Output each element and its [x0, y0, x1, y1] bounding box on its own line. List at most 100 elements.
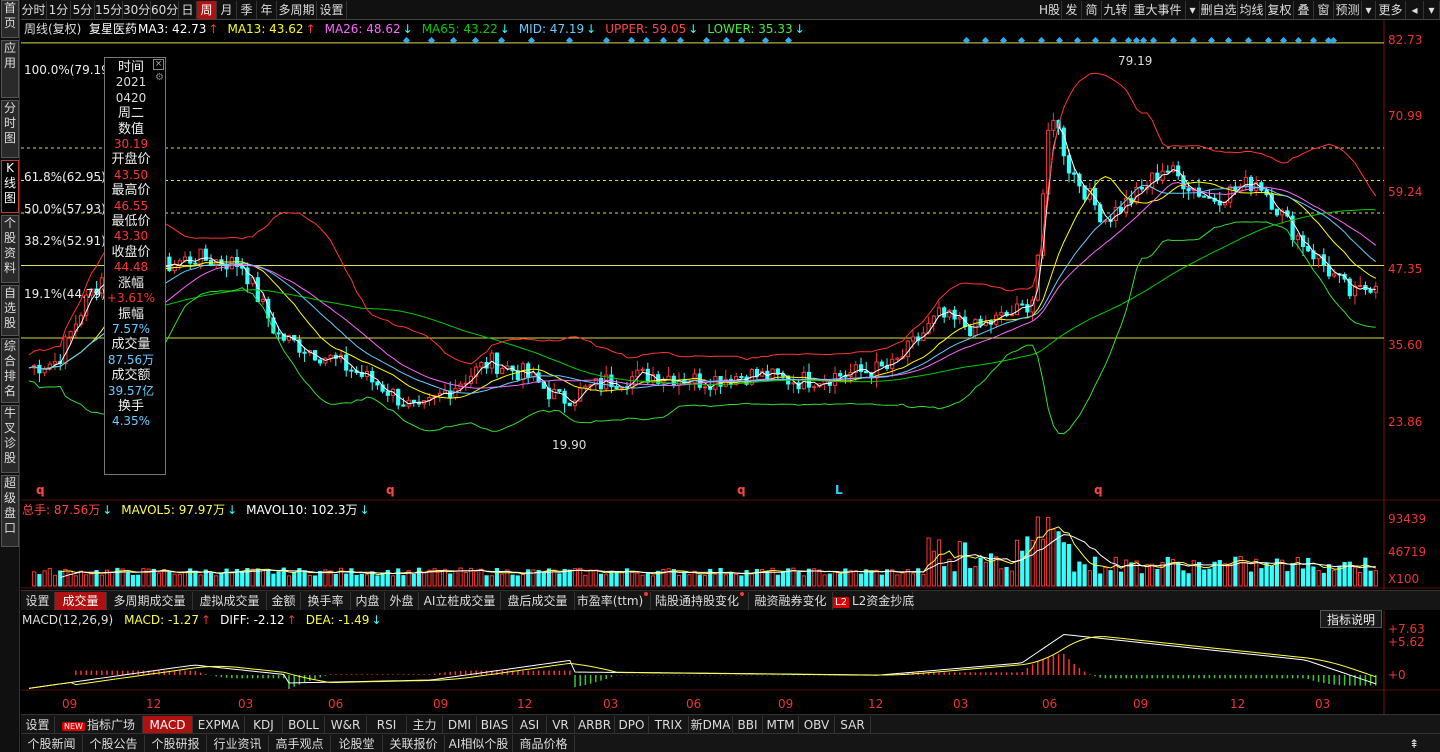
bottom-tab-0[interactable]: 个股新闻 — [21, 735, 83, 752]
volume-tab-1[interactable]: 成交量 — [55, 592, 107, 610]
tool-button-2[interactable]: 简 — [1082, 1, 1102, 19]
volume-tab-5[interactable]: 换手率 — [301, 592, 351, 610]
volume-tab-11[interactable]: 陆股通持股变化 — [651, 592, 749, 610]
indicator-tab-20[interactable]: SAR — [835, 716, 871, 734]
period-button-9[interactable]: 季 — [237, 1, 257, 19]
indicator-tab-1[interactable]: NEW 指标广场 — [55, 716, 143, 734]
period-button-4[interactable]: 30分 — [123, 1, 151, 19]
indicator-tab-0[interactable]: 设置 — [21, 716, 55, 734]
trend-arrow-icon: ↓ — [371, 613, 382, 627]
period-button-1[interactable]: 1分 — [47, 1, 71, 19]
indicator-tab-3[interactable]: EXPMA — [193, 716, 245, 734]
tool-button-11[interactable]: 预测 — [1334, 1, 1362, 19]
tool-button-6[interactable]: 删自选 — [1200, 1, 1238, 19]
bottom-tab-2[interactable]: 个股研报 — [145, 735, 207, 752]
tool-button-5[interactable]: ▾ — [1186, 1, 1200, 19]
volume-tab-0[interactable]: 设置 — [21, 592, 55, 610]
bottom-tab-6[interactable]: 关联报价 — [383, 735, 445, 752]
bottom-tab-3[interactable]: 行业资讯 — [207, 735, 269, 752]
indicator-tab-6[interactable]: W&R — [325, 716, 367, 734]
tool-button-0[interactable]: H股 — [1038, 1, 1062, 19]
bottom-tab-5[interactable]: 论股堂 — [331, 735, 383, 752]
period-button-8[interactable]: 月 — [217, 1, 237, 19]
sidebar-item-4[interactable]: 个 股 资 料 — [1, 215, 19, 283]
sidebar-item-7[interactable]: 牛 叉 诊 股 — [1, 405, 19, 473]
indicator-tab-16[interactable]: 新DMA — [689, 716, 733, 734]
volume-tab-7[interactable]: 外盘 — [385, 592, 419, 610]
period-button-0[interactable]: 分时 — [21, 1, 47, 19]
bottom-tab-8[interactable]: 商品价格 — [513, 735, 575, 752]
volume-tab-10[interactable]: 市盈率(ttm) — [575, 592, 651, 610]
indicator-help-button[interactable]: 指标说明 — [1320, 610, 1382, 628]
indicator-tab-13[interactable]: ARBR — [575, 716, 615, 734]
tool-button-4[interactable]: 重大事件 — [1130, 1, 1186, 19]
period-button-6[interactable]: 日 — [179, 1, 197, 19]
tooltip-label: 时间 — [117, 60, 144, 75]
sidebar-item-5[interactable]: 自 选 股 — [1, 285, 19, 336]
volume-legend-item-0: 总手: 87.56万 — [22, 503, 101, 517]
tool-button-3[interactable]: 九转 — [1102, 1, 1130, 19]
expand-panel-icon[interactable]: ⇞ — [1405, 735, 1423, 752]
indicator-tab-11[interactable]: ASI — [513, 716, 547, 734]
period-button-2[interactable]: 5分 — [71, 1, 95, 19]
period-button-3[interactable]: 15分 — [95, 1, 123, 19]
indicator-tab-5[interactable]: BOLL — [283, 716, 325, 734]
indicator-tab-12[interactable]: VR — [547, 716, 575, 734]
sidebar-item-1[interactable]: 应 用 — [1, 40, 19, 98]
tool-button-12[interactable]: ▾ — [1362, 1, 1376, 19]
fibonacci-level-label: 100.0%(79.19) — [24, 63, 114, 77]
indicator-tab-8[interactable]: 主力 — [407, 716, 443, 734]
volume-tab-3[interactable]: 虚拟成交量 — [193, 592, 267, 610]
indicator-tab-label: BOLL — [288, 718, 319, 732]
volume-tab-8[interactable]: AI立桩成交量 — [419, 592, 501, 610]
volume-tab-9[interactable]: 盘后成交量 — [501, 592, 575, 610]
period-button-10[interactable]: 年 — [257, 1, 277, 19]
tooltip-label: 涨幅 — [117, 275, 144, 291]
volume-tab-12[interactable]: 融资融券变化 — [749, 592, 833, 610]
tool-button-15[interactable]: ▾ — [1424, 1, 1440, 19]
bottom-tab-4[interactable]: 高手观点 — [269, 735, 331, 752]
bottom-tab-1[interactable]: 个股公告 — [83, 735, 145, 752]
tool-button-8[interactable]: 复权 — [1266, 1, 1294, 19]
tool-button-10[interactable]: 窗 — [1314, 1, 1334, 19]
gear-icon[interactable]: ⚙ — [155, 72, 164, 83]
indicator-tab-label: MTM — [766, 718, 795, 732]
indicator-tab-label: DPO — [618, 718, 645, 732]
sidebar-item-8[interactable]: 超 级 盘 口 — [1, 475, 19, 547]
indicator-tab-10[interactable]: BIAS — [477, 716, 513, 734]
sidebar-item-2[interactable]: 分 时 图 — [1, 100, 19, 158]
indicator-tab-4[interactable]: KDJ — [245, 716, 283, 734]
tooltip-value: 7.57% — [111, 321, 151, 336]
volume-tab-4[interactable]: 金额 — [267, 592, 301, 610]
indicator-tab-19[interactable]: OBV — [799, 716, 835, 734]
volume-tab-13[interactable]: L2 L2资金抄底 — [833, 592, 914, 610]
volume-tab-6[interactable]: 内盘 — [351, 592, 385, 610]
indicator-tab-15[interactable]: TRIX — [649, 716, 689, 734]
tool-button-7[interactable]: 均线 — [1238, 1, 1266, 19]
indicator-tab-17[interactable]: BBI — [733, 716, 763, 734]
volume-tab-2[interactable]: 多周期成交量 — [107, 592, 193, 610]
tooltip-value: +3.61% — [106, 291, 156, 306]
period-button-11[interactable]: 多周期 — [277, 1, 317, 19]
time-axis-label: 06 — [328, 697, 344, 711]
sidebar-item-0[interactable]: 首 页 — [1, 0, 19, 38]
period-button-12[interactable]: 设置 — [317, 1, 347, 19]
price-axis-label: 59.24 — [1388, 185, 1423, 199]
period-button-7[interactable]: 周 — [197, 1, 217, 19]
sidebar-item-6[interactable]: 综 合 排 名 — [1, 338, 19, 403]
chart-canvas[interactable] — [21, 20, 1440, 752]
tool-button-1[interactable]: 发 — [1062, 1, 1082, 19]
sidebar-item-3[interactable]: K 线 图 — [1, 160, 19, 213]
fibonacci-level-label: 38.2%(52.91) — [24, 234, 106, 248]
close-icon[interactable]: × — [153, 59, 164, 70]
tool-button-13[interactable]: 更多 — [1376, 1, 1406, 19]
indicator-tab-7[interactable]: RSI — [367, 716, 407, 734]
bottom-tab-7[interactable]: AI相似个股 — [445, 735, 513, 752]
indicator-tab-2[interactable]: MACD — [143, 716, 193, 734]
indicator-tab-9[interactable]: DMI — [443, 716, 477, 734]
period-button-5[interactable]: 60分 — [151, 1, 179, 19]
tool-button-9[interactable]: 叠 — [1294, 1, 1314, 19]
indicator-tab-14[interactable]: DPO — [615, 716, 649, 734]
indicator-tab-18[interactable]: MTM — [763, 716, 799, 734]
tool-button-14[interactable]: ◂ — [1406, 1, 1424, 19]
